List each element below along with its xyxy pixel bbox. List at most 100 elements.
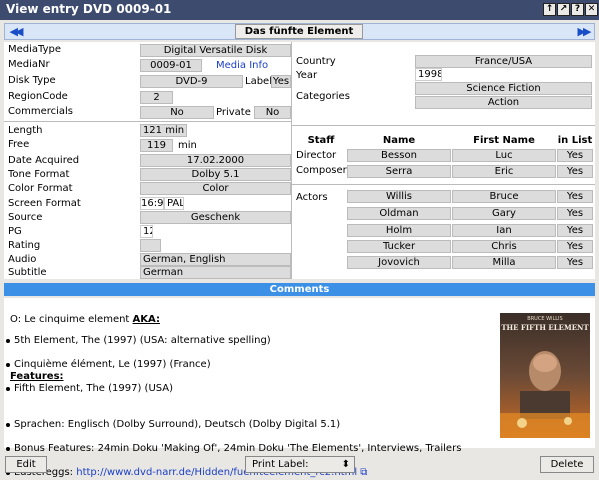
actor-first-name: Milla bbox=[452, 256, 556, 269]
original-title-text: O: Le cinquime element bbox=[10, 314, 130, 325]
actor-first-name: Gary bbox=[452, 207, 556, 220]
dvd-cover-image: BRUCE WILLIS THE FIFTH ELEMENT bbox=[500, 313, 590, 438]
private-value: No bbox=[254, 106, 291, 119]
external-link-icon: ⧉ bbox=[360, 467, 368, 478]
media-nr-value: 0009-01 bbox=[140, 59, 202, 72]
region-code-label: RegionCode bbox=[8, 91, 68, 102]
entry-title-button[interactable]: Das fünfte Element bbox=[235, 24, 363, 39]
length-label: Length bbox=[8, 125, 43, 136]
rating-label: Rating bbox=[8, 240, 41, 251]
private-label: Private bbox=[216, 107, 251, 118]
window-help-button[interactable]: ? bbox=[571, 3, 584, 16]
label-flag-label: Label bbox=[245, 76, 272, 87]
media-nr-label: MediaNr bbox=[8, 59, 50, 70]
date-acquired-label: Date Acquired bbox=[8, 155, 80, 166]
actor-in-list: Yes bbox=[557, 224, 593, 237]
screen-format-value2: PAL bbox=[164, 197, 184, 210]
section-divider bbox=[292, 184, 595, 185]
year-label: Year bbox=[296, 70, 318, 81]
color-format-value: Color bbox=[140, 182, 291, 195]
first-name-header: First Name bbox=[473, 135, 535, 146]
first-entry-icon[interactable]: ◀◀ bbox=[6, 24, 24, 39]
name-header: Name bbox=[382, 135, 416, 146]
country-label: Country bbox=[296, 56, 336, 67]
actor-in-list: Yes bbox=[557, 190, 593, 203]
staff-in-list: Yes bbox=[557, 149, 593, 162]
tone-format-value: Dolby 5.1 bbox=[140, 168, 291, 181]
rating-value bbox=[140, 239, 161, 252]
subtitle-label: Subtitle bbox=[8, 267, 47, 278]
media-info-link[interactable]: Media Info bbox=[216, 60, 268, 72]
actors-label: Actors bbox=[296, 192, 328, 203]
pg-label: PG bbox=[8, 226, 22, 237]
disk-type-value: DVD-9 bbox=[140, 75, 243, 88]
pg-value: 12 bbox=[140, 225, 153, 238]
source-label: Source bbox=[8, 212, 43, 223]
commercials-label: Commercials bbox=[8, 106, 74, 117]
staff-in-list: Yes bbox=[557, 165, 593, 178]
actor-in-list: Yes bbox=[557, 256, 593, 269]
actor-name: Willis bbox=[347, 190, 451, 203]
date-acquired-value: 17.02.2000 bbox=[140, 154, 291, 167]
staff-header: Staff bbox=[307, 135, 335, 146]
category-item: Action bbox=[415, 96, 592, 109]
section-divider bbox=[4, 121, 291, 122]
categories-label: Categories bbox=[296, 91, 350, 102]
poster-actor-text: BRUCE WILLIS bbox=[527, 316, 563, 322]
actor-name: Tucker bbox=[347, 240, 451, 253]
staff-first-name: Eric bbox=[452, 165, 556, 178]
staff-first-name: Luc bbox=[452, 149, 556, 162]
label-flag-value: Yes bbox=[271, 75, 291, 88]
category-item: Science Fiction bbox=[415, 82, 592, 95]
print-label-text: Print Label: bbox=[252, 459, 309, 470]
length-value: 121 min bbox=[140, 124, 187, 137]
print-label-select[interactable]: Print Label: ⬍ bbox=[245, 456, 355, 473]
staff-role: Director bbox=[296, 150, 337, 161]
actor-first-name: Ian bbox=[452, 224, 556, 237]
aka-heading: AKA: bbox=[132, 314, 160, 325]
comments-header: Comments bbox=[4, 283, 595, 296]
edit-button[interactable]: Edit bbox=[5, 456, 47, 473]
column-divider bbox=[291, 42, 292, 279]
section-divider bbox=[292, 125, 595, 126]
select-arrows-icon: ⬍ bbox=[341, 459, 350, 470]
free-label: Free bbox=[8, 139, 30, 150]
actor-name: Holm bbox=[347, 224, 451, 237]
window-pin-button[interactable]: ↗ bbox=[557, 3, 570, 16]
actor-in-list: Yes bbox=[557, 207, 593, 220]
tone-format-label: Tone Format bbox=[8, 169, 70, 180]
color-format-label: Color Format bbox=[8, 183, 73, 194]
screen-format-label: Screen Format bbox=[8, 198, 81, 209]
delete-button[interactable]: Delete bbox=[540, 456, 594, 473]
feature-item: Bonus Features: 24min Doku 'Making Of', … bbox=[4, 443, 599, 455]
media-type-label: MediaType bbox=[8, 44, 62, 55]
audio-label: Audio bbox=[8, 254, 37, 265]
window-close-button[interactable]: ✕ bbox=[585, 3, 598, 16]
window-title: View entry DVD 0009-01 bbox=[6, 2, 172, 16]
features-heading: Features: bbox=[10, 371, 64, 382]
country-value: France/USA bbox=[415, 55, 592, 68]
original-title-line: O: Le cinquime element AKA: bbox=[10, 314, 160, 326]
actor-first-name: Bruce bbox=[452, 190, 556, 203]
commercials-value: No bbox=[140, 106, 214, 119]
window-raise-button[interactable]: ↑ bbox=[543, 3, 556, 16]
year-value: 1998 bbox=[415, 68, 442, 81]
screen-format-value: 16:9 bbox=[140, 197, 164, 210]
staff-role: Composer bbox=[296, 165, 347, 176]
source-value: Geschenk bbox=[140, 211, 291, 224]
staff-name: Besson bbox=[347, 149, 451, 162]
actor-name: Jovovich bbox=[347, 256, 451, 269]
region-code-value: 2 bbox=[140, 91, 173, 104]
media-type-value: Digital Versatile Disk bbox=[140, 44, 291, 57]
free-value: 119 bbox=[140, 139, 173, 152]
free-unit: min bbox=[178, 140, 197, 151]
subtitle-value: German bbox=[140, 266, 291, 279]
last-entry-icon[interactable]: ▶▶ bbox=[574, 24, 592, 39]
actor-first-name: Chris bbox=[452, 240, 556, 253]
disk-type-label: Disk Type bbox=[8, 75, 56, 86]
actor-in-list: Yes bbox=[557, 240, 593, 253]
in-list-header: in List bbox=[557, 135, 593, 146]
actor-name: Oldman bbox=[347, 207, 451, 220]
staff-name: Serra bbox=[347, 165, 451, 178]
poster-title-text: THE FIFTH ELEMENT bbox=[501, 323, 589, 332]
